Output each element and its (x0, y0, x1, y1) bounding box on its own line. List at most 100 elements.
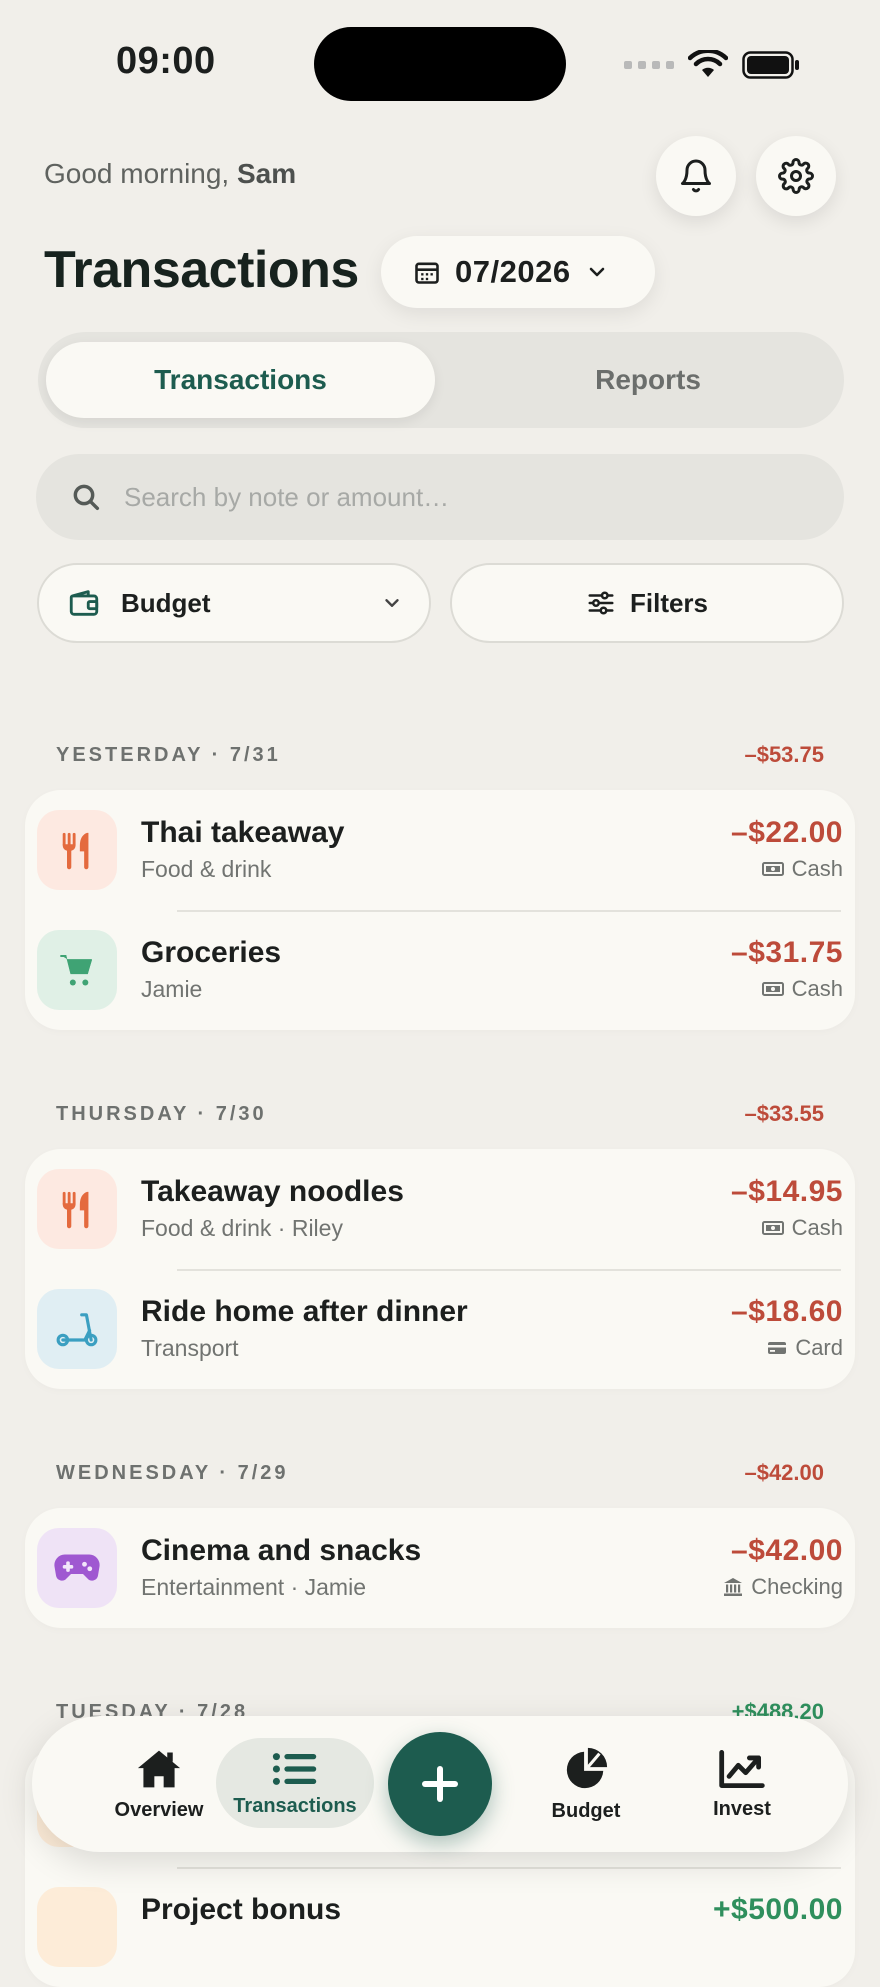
day-header: YESTERDAY · 7/31 –$53.75 (56, 742, 824, 768)
cash-icon (761, 1221, 784, 1235)
status-indicators (624, 50, 800, 80)
cellular-signal-icon (624, 61, 674, 69)
page-title: Transactions (44, 241, 359, 299)
transaction-title: Groceries (141, 936, 282, 969)
transaction-amount: –$31.75 (731, 936, 843, 969)
list-icon (272, 1752, 317, 1785)
nav-overview-label: Overview (114, 1798, 204, 1821)
transaction-amount: –$14.95 (731, 1175, 843, 1208)
cart-icon (60, 955, 92, 986)
transaction-account: Cash (761, 976, 843, 1002)
home-icon (137, 1750, 181, 1787)
transaction-amount: –$18.60 (731, 1295, 843, 1328)
day-total: –$53.75 (744, 742, 824, 767)
transaction-account: Checking (723, 1574, 843, 1600)
transaction-title: Takeaway noodles (141, 1175, 404, 1208)
transaction-group: Cinema and snacks Entertainment · Jamie … (25, 1508, 855, 1628)
transaction-subtitle: Food & drink (141, 856, 272, 882)
transaction-subtitle: Transport (141, 1335, 239, 1361)
day-label: THURSDAY · 7/30 (56, 1102, 267, 1125)
nav-budget[interactable]: Budget (510, 1716, 662, 1852)
status-bar: 09:00 (0, 0, 880, 130)
calendar-icon (415, 262, 439, 284)
battery-icon (742, 51, 799, 79)
day-total: –$42.00 (744, 1460, 824, 1485)
transaction-row[interactable]: Cinema and snacks Entertainment · Jamie … (25, 1508, 855, 1628)
filters-button[interactable]: Filters (450, 563, 844, 643)
sliders-icon (588, 591, 614, 615)
status-time: 09:00 (116, 40, 216, 82)
nav-budget-label: Budget (551, 1799, 621, 1822)
dynamic-island (314, 27, 566, 101)
category-tile (37, 1887, 117, 1967)
transaction-amount: –$22.00 (731, 816, 843, 849)
user-name: Sam (237, 158, 297, 189)
transaction-subtitle: Jamie (141, 976, 203, 1002)
transaction-title: Project bonus (141, 1893, 342, 1926)
search-icon (73, 484, 100, 511)
trend-icon (719, 1749, 765, 1788)
category-tile (37, 1528, 117, 1608)
gamepad-icon (54, 1554, 100, 1581)
transaction-row[interactable]: Thai takeaway Food & drink –$22.00 Cash (25, 790, 855, 910)
cash-icon (761, 982, 784, 996)
transaction-account: Card (767, 1335, 843, 1361)
wifi-icon (688, 50, 728, 77)
search-bar (36, 454, 844, 540)
transaction-title: Cinema and snacks (141, 1534, 422, 1567)
fork-knife-icon (62, 1191, 89, 1229)
day-label: YESTERDAY · 7/31 (56, 743, 281, 766)
transaction-account: Cash (761, 1215, 843, 1241)
scooter-icon (56, 1313, 98, 1347)
filters-label: Filters (629, 587, 709, 618)
category-tile (37, 1169, 117, 1249)
transaction-amount: –$42.00 (731, 1534, 843, 1567)
bell-icon (681, 159, 711, 193)
budget-label: Budget (121, 587, 211, 618)
fork-knife-icon (62, 832, 89, 870)
cash-icon (761, 862, 784, 876)
day-header: THURSDAY · 7/30 –$33.55 (56, 1101, 824, 1127)
day-total: –$33.55 (744, 1101, 824, 1126)
transaction-group: Takeaway noodles Food & drink · Riley –$… (25, 1149, 855, 1389)
greeting: Good morning, Sam (44, 158, 297, 189)
tab-transactions[interactable]: Transactions (46, 342, 435, 418)
bank-icon (724, 1578, 743, 1596)
view-segmented-control: Transactions Reports (38, 332, 844, 428)
plus-icon (422, 1766, 458, 1802)
transaction-row[interactable]: Takeaway noodles Food & drink · Riley –$… (25, 1149, 855, 1269)
transaction-subtitle: Entertainment · Jamie (141, 1574, 366, 1600)
day-label: WEDNESDAY · 7/29 (56, 1461, 289, 1484)
transaction-row[interactable]: Groceries Jamie –$31.75 Cash (25, 910, 855, 1030)
category-tile (37, 1289, 117, 1369)
card-icon (768, 1342, 787, 1354)
transaction-group: Thai takeaway Food & drink –$22.00 Cash … (25, 790, 855, 1030)
transaction-subtitle: Food & drink · Riley (141, 1215, 343, 1241)
month-label: 07/2026 (455, 254, 571, 289)
transaction-amount: +$500.00 (713, 1893, 843, 1926)
chevron-down-icon (589, 267, 604, 277)
budget-dropdown[interactable]: Budget (37, 563, 431, 643)
chevron-down-icon (385, 599, 399, 607)
transaction-account: Cash (761, 856, 843, 882)
nav-transactions[interactable]: Transactions (216, 1716, 374, 1852)
day-header: WEDNESDAY · 7/29 –$42.00 (56, 1460, 824, 1486)
category-tile (37, 930, 117, 1010)
transaction-title: Thai takeaway (141, 816, 345, 849)
add-transaction-button[interactable] (388, 1732, 492, 1836)
notifications-button[interactable] (656, 136, 736, 216)
nav-invest[interactable]: Invest (668, 1716, 816, 1852)
pie-chart-icon (566, 1747, 608, 1788)
search-input[interactable] (122, 480, 766, 514)
gear-icon (778, 158, 814, 194)
transaction-row[interactable]: Project bonus +$500.00 (25, 1867, 855, 1987)
nav-invest-label: Invest (713, 1797, 771, 1820)
month-picker[interactable]: 07/2026 (381, 236, 655, 308)
settings-button[interactable] (756, 136, 836, 216)
transaction-row[interactable]: Ride home after dinner Transport –$18.60… (25, 1269, 855, 1389)
nav-transactions-label: Transactions (233, 1794, 357, 1817)
wallet-icon (69, 590, 99, 616)
category-tile (37, 810, 117, 890)
transaction-title: Ride home after dinner (141, 1295, 468, 1328)
tab-reports[interactable]: Reports (460, 342, 836, 418)
